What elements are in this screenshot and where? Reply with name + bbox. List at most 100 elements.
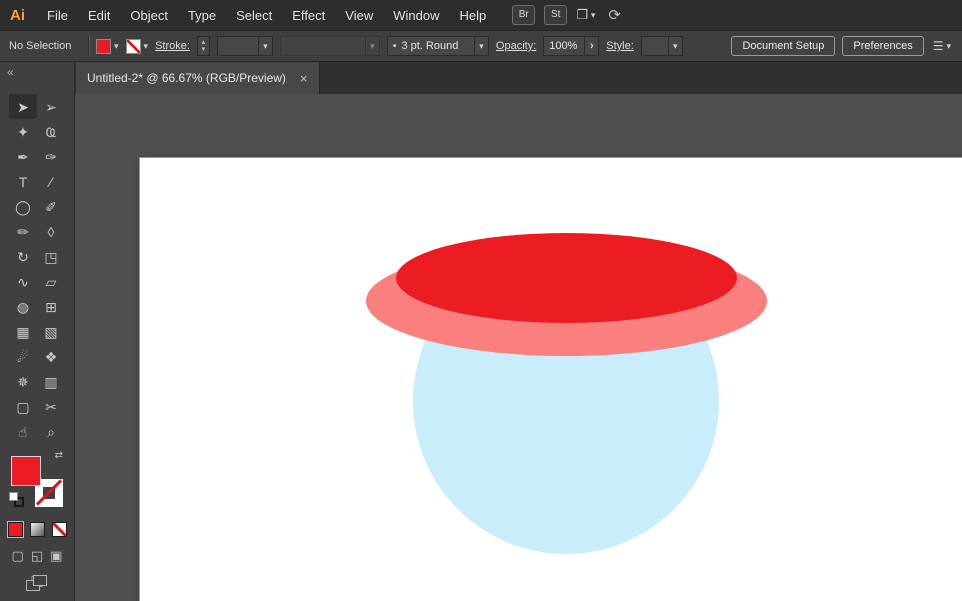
tool-symbol-sprayer[interactable]: ✵ — [9, 369, 37, 394]
chevron-down-icon: ▾ — [143, 40, 149, 51]
dropdown-button[interactable]: ▾ — [473, 37, 488, 55]
stepper-up-icon[interactable]: ▴ — [202, 39, 206, 46]
menu-list: File Edit Object Type Select Effect View Window… — [37, 0, 496, 30]
stroke-panel-link[interactable]: Stroke: — [155, 40, 190, 52]
tool-grid: ➤ ➢ ✦ Ҩ ✒ ✑ T ∕ ◯ ✐ ✏ ◊ ↻ ◳ ∿ ▱ ◍ ⊞ ▦ ▧ ☄ ❖ ✵ ▥ ▢ ✂ ☝ ⌕ — [0, 94, 74, 444]
front-rectangle — [33, 575, 47, 586]
stroke-width-stepper[interactable]: ▴ ▾ — [196, 36, 210, 56]
stock-button[interactable]: St — [544, 5, 568, 25]
menu-type[interactable]: Type — [178, 0, 226, 30]
selection-status: No Selection — [9, 40, 72, 52]
menu-edit[interactable]: Edit — [78, 0, 120, 30]
stroke-width-combo[interactable]: ▾ — [216, 36, 273, 56]
fill-indicator[interactable] — [11, 456, 41, 486]
opacity-panel-link[interactable]: Opacity: — [496, 40, 536, 52]
fill-color-control[interactable]: ▾ — [96, 38, 119, 54]
tool-type[interactable]: T — [9, 169, 37, 194]
tool-width[interactable]: ∿ — [9, 269, 37, 294]
fill-swatch[interactable] — [96, 38, 111, 54]
tool-ellipse[interactable]: ◯ — [9, 194, 37, 219]
tool-selection[interactable]: ➤ — [9, 94, 37, 119]
document-tab-bar: Untitled-2* @ 66.67% (RGB/Preview) × — [75, 62, 962, 94]
tool-direct-selection[interactable]: ➢ — [37, 94, 65, 119]
tool-eraser[interactable]: ◊ — [37, 219, 65, 244]
app-bar-right: Br St ❐ ▾ ⟳ — [512, 5, 621, 25]
collapse-panel-icon[interactable]: « — [7, 65, 14, 79]
tool-mesh[interactable]: ▦ — [9, 319, 37, 344]
fill-stroke-indicator: ⇄ — [9, 450, 65, 510]
chevron-down-icon: ▾ — [370, 40, 375, 51]
document-tab-title: Untitled-2* @ 66.67% (RGB/Preview) — [87, 71, 286, 85]
graphic-style-combo[interactable]: ▾ — [640, 36, 683, 56]
tool-line-segment[interactable]: ∕ — [37, 169, 65, 194]
tool-rotate[interactable]: ↻ — [9, 244, 37, 269]
tool-perspective-grid[interactable]: ⊞ — [37, 294, 65, 319]
overlapping-artboards-icon[interactable] — [26, 575, 48, 592]
canvas-area[interactable] — [75, 94, 962, 601]
close-icon[interactable]: × — [300, 72, 308, 85]
variable-width-profile-combo: ▾ — [279, 36, 380, 56]
default-fill-stroke-icon[interactable] — [9, 492, 25, 508]
color-button[interactable] — [6, 521, 24, 538]
tool-lasso[interactable]: Ҩ — [37, 119, 65, 144]
flyout-button[interactable]: › — [584, 37, 598, 55]
brush-preview-icon: • — [392, 40, 397, 52]
tool-slice[interactable]: ✂ — [37, 394, 65, 419]
tool-magic-wand[interactable]: ✦ — [9, 119, 37, 144]
workspace-switcher[interactable]: ❐ ▾ — [576, 7, 595, 23]
tool-free-transform[interactable]: ▱ — [37, 269, 65, 294]
divider — [88, 36, 89, 56]
brush-value: 3 pt. Round — [401, 40, 459, 52]
menu-select[interactable]: Select — [226, 0, 282, 30]
gradient-button[interactable] — [29, 522, 45, 537]
workspace-icon: ❐ — [576, 7, 588, 22]
swap-fill-stroke-icon[interactable]: ⇄ — [55, 450, 63, 461]
tool-blend[interactable]: ❖ — [37, 344, 65, 369]
menu-object[interactable]: Object — [120, 0, 178, 30]
style-panel-link[interactable]: Style: — [606, 40, 634, 52]
menu-file[interactable]: File — [37, 0, 78, 30]
canvas-shape-red-ellipse[interactable] — [396, 233, 737, 323]
tool-paintbrush[interactable]: ✐ — [37, 194, 65, 219]
tool-pencil[interactable]: ✏ — [9, 219, 37, 244]
none-button[interactable] — [51, 522, 67, 537]
chevron-down-icon: ▾ — [946, 40, 951, 51]
dropdown-button[interactable]: ▾ — [667, 37, 682, 55]
document-tab[interactable]: Untitled-2* @ 66.67% (RGB/Preview) × — [76, 62, 320, 94]
mode-icon-draw-normal[interactable]: ▢ — [12, 549, 24, 562]
stroke-color-control[interactable]: ▾ — [125, 38, 149, 54]
stroke-none-swatch[interactable] — [125, 38, 141, 54]
brush-definition-combo[interactable]: • 3 pt. Round ▾ — [386, 36, 489, 56]
document-setup-button[interactable]: Document Setup — [731, 36, 836, 56]
tool-gradient[interactable]: ▧ — [37, 319, 65, 344]
tool-eyedropper[interactable]: ☄ — [9, 344, 37, 369]
tool-curvature[interactable]: ✑ — [37, 144, 65, 169]
menu-window[interactable]: Window — [383, 0, 449, 30]
tool-shape-builder[interactable]: ◍ — [9, 294, 37, 319]
tool-column-graph[interactable]: ▥ — [37, 369, 65, 394]
preferences-button[interactable]: Preferences — [842, 36, 924, 56]
illustrator-window: Ai File Edit Object Type Select Effect View Win… — [0, 0, 962, 601]
opacity-combo[interactable]: 100% › — [543, 36, 600, 56]
menu-effect[interactable]: Effect — [282, 0, 335, 30]
default-fill-mini — [9, 492, 18, 501]
mode-icon-draw-inside[interactable]: ▣ — [50, 549, 62, 562]
tool-zoom[interactable]: ⌕ — [37, 419, 65, 444]
mode-icon-draw-behind[interactable]: ◱ — [31, 549, 43, 562]
menu-help[interactable]: Help — [449, 0, 496, 30]
bridge-button[interactable]: Br — [512, 5, 536, 25]
tool-hand[interactable]: ☝ — [9, 419, 37, 444]
menu-bar: Ai File Edit Object Type Select Effect View Win… — [0, 0, 962, 30]
tools-panel: « ➤➢✦Ҩ✒✑T∕◯✐✏◊↻◳∿▱◍⊞▦▧☄❖✵▥▢✂☝⌕ ⇄ ▢◱▣ ❏ — [0, 62, 75, 601]
tool-pen[interactable]: ✒ — [9, 144, 37, 169]
tool-artboard[interactable]: ▢ — [9, 394, 37, 419]
chevron-down-icon: ▾ — [263, 40, 268, 51]
control-bar: No Selection ▾ ▾ Stroke: ▴ ▾ ▾ ▾ • 3 pt.… — [0, 30, 962, 62]
menu-view[interactable]: View — [335, 0, 383, 30]
app-logo: Ai — [10, 6, 25, 24]
control-bar-options-button[interactable]: ☰ ▾ — [931, 39, 953, 53]
stepper-down-icon[interactable]: ▾ — [202, 46, 206, 53]
sync-icon[interactable]: ⟳ — [608, 6, 621, 24]
dropdown-button[interactable]: ▾ — [257, 37, 272, 55]
tool-scale[interactable]: ◳ — [37, 244, 65, 269]
